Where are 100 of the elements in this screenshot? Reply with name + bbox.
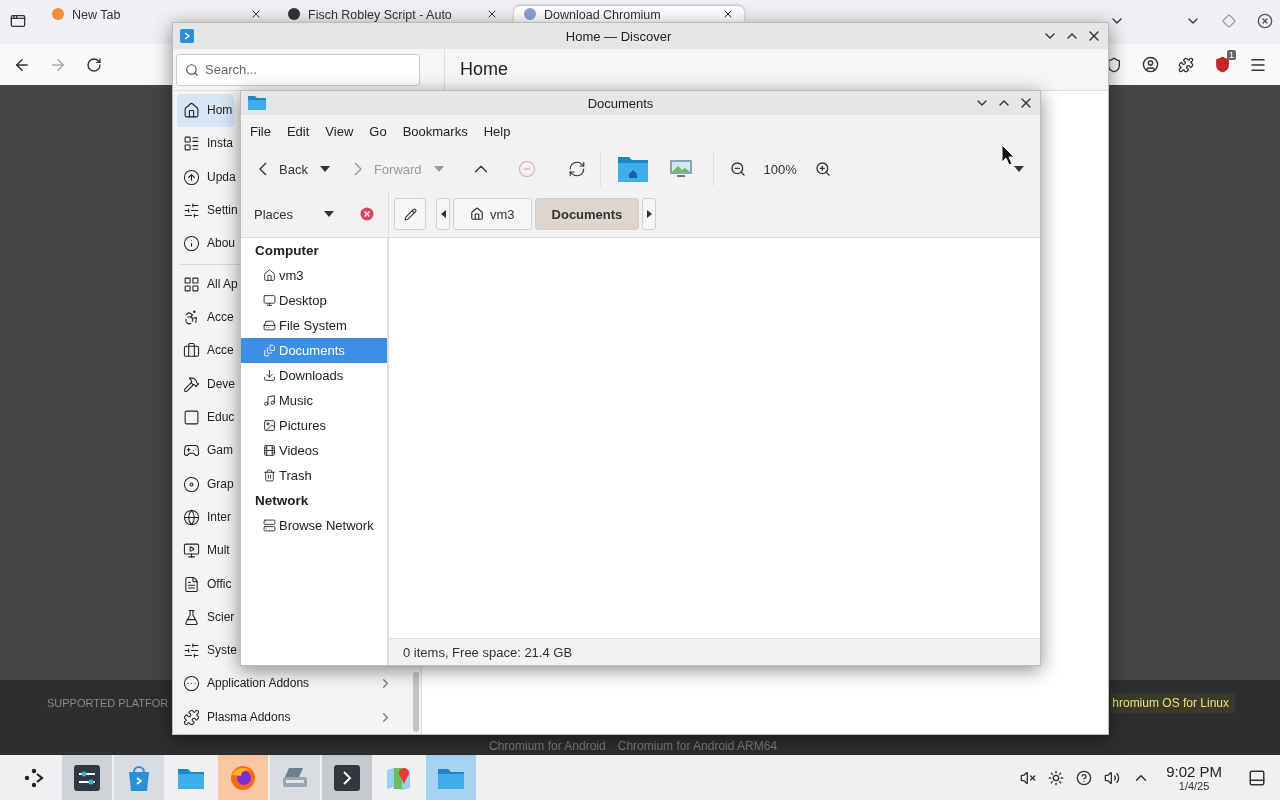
grid-icon xyxy=(183,275,200,293)
path-button[interactable]: Documents xyxy=(534,198,640,230)
disc-icon xyxy=(183,475,200,493)
taskbar-app[interactable] xyxy=(62,755,112,800)
places-item[interactable]: Trash xyxy=(241,463,387,488)
clear-icon[interactable] xyxy=(360,207,374,221)
close-icon[interactable] xyxy=(722,8,734,20)
section-label: SUPPORTED PLATFOR xyxy=(47,697,169,709)
search-icon xyxy=(185,62,199,77)
sidebar-item[interactable]: Syste xyxy=(177,634,239,668)
list-icon xyxy=(183,135,200,153)
favicon-icon xyxy=(288,8,300,20)
menu-item[interactable]: Bookmarks xyxy=(394,123,476,139)
triangle-right-icon xyxy=(646,210,652,218)
search-field[interactable]: Search... xyxy=(176,53,420,86)
platform-label: hromium OS for Linux xyxy=(1111,693,1235,713)
browser-tab[interactable]: Fisch Robley Script - Auto xyxy=(278,6,508,22)
refresh-icon[interactable] xyxy=(567,160,586,178)
sidebar-item[interactable]: Hom xyxy=(177,94,235,128)
help-icon[interactable] xyxy=(1076,769,1093,786)
globe-icon xyxy=(183,508,200,526)
places-item[interactable]: File System xyxy=(241,313,387,338)
home-icon xyxy=(263,269,276,282)
back-button[interactable]: Back xyxy=(253,153,314,185)
close-icon[interactable] xyxy=(250,8,262,20)
places-item[interactable]: Downloads xyxy=(241,363,387,388)
shield-icon[interactable] xyxy=(1106,56,1122,73)
music-icon xyxy=(263,394,276,407)
desktop-icon[interactable] xyxy=(668,159,693,179)
zoom-level: 100% xyxy=(763,161,797,177)
menu-item[interactable]: View xyxy=(317,123,362,139)
reload-icon[interactable] xyxy=(86,56,102,73)
section-heading: Computer xyxy=(254,242,320,260)
menu-item[interactable]: Help xyxy=(475,123,519,139)
volume-icon[interactable] xyxy=(1104,769,1121,786)
places-item[interactable]: Videos xyxy=(241,438,387,463)
places-item[interactable]: vm3 xyxy=(241,263,387,288)
caret-icon[interactable] xyxy=(324,211,334,217)
tab-list-icon[interactable] xyxy=(10,13,26,29)
mute-icon[interactable] xyxy=(1020,769,1037,786)
film-icon xyxy=(263,444,276,457)
scrollbar-thumb[interactable] xyxy=(413,672,419,732)
places-item[interactable]: Desktop xyxy=(241,288,387,313)
places-item[interactable]: Music xyxy=(241,388,387,413)
briefcase-icon xyxy=(183,342,200,360)
menu-item[interactable]: Edit xyxy=(278,123,318,139)
sidebar-item[interactable]: Acce xyxy=(177,334,236,368)
edit-button[interactable] xyxy=(394,198,426,230)
sidebar-item[interactable]: Plasma Addons xyxy=(177,700,407,734)
documents-icon xyxy=(263,344,276,357)
puzzle-icon[interactable] xyxy=(1178,56,1194,73)
zoom-out-icon[interactable] xyxy=(729,161,746,177)
menu-item[interactable]: Go xyxy=(361,123,395,139)
monitor-icon xyxy=(263,294,276,307)
sidebar-item[interactable]: Mult xyxy=(177,534,232,568)
taskbar-app[interactable] xyxy=(218,755,268,800)
sidebar-item[interactable]: Offic xyxy=(177,567,234,601)
close-icon[interactable] xyxy=(1257,13,1273,29)
taskbar-app[interactable] xyxy=(322,755,372,800)
places-item[interactable]: Browse Network xyxy=(241,513,387,538)
sidebar-item[interactable]: Deve xyxy=(177,367,237,401)
document-icon xyxy=(183,575,200,593)
home-folder-icon[interactable] xyxy=(616,155,649,183)
scroll-left-button[interactable] xyxy=(436,198,450,230)
zoom-in-icon[interactable] xyxy=(814,161,831,177)
sidebar-item[interactable]: Grap xyxy=(177,467,236,501)
close-icon[interactable] xyxy=(486,8,498,20)
update-icon xyxy=(183,168,200,186)
sidebar-item[interactable]: Insta xyxy=(177,127,235,161)
sidebar-item[interactable]: All Ap xyxy=(177,267,240,301)
sidebar-item[interactable]: Inter xyxy=(177,500,233,535)
sidebar-item[interactable]: Gam xyxy=(177,434,235,468)
caret-icon[interactable] xyxy=(1014,166,1024,172)
caret-icon[interactable] xyxy=(319,166,330,172)
puzzle-icon xyxy=(183,708,200,726)
sidebar-item[interactable]: Settin xyxy=(177,193,240,228)
home-icon xyxy=(183,102,200,120)
sliders-icon xyxy=(183,642,200,660)
brightness-icon[interactable] xyxy=(1048,769,1065,786)
status-text: 0 items, Free space: 21.4 GB xyxy=(403,644,573,660)
sidebar-item[interactable]: Educ xyxy=(177,400,237,435)
clock-date: 1/4/25 xyxy=(1178,780,1210,792)
sidebar-item[interactable]: Upda xyxy=(177,160,238,194)
shield-icon[interactable] xyxy=(1213,56,1231,73)
account-icon[interactable] xyxy=(1141,56,1159,73)
trash-icon xyxy=(263,469,276,482)
sidebar-item[interactable]: Scier xyxy=(177,600,237,634)
places-dropdown[interactable]: Places xyxy=(241,190,389,238)
browser-tab[interactable]: New Tab xyxy=(42,6,272,22)
places-item[interactable]: Pictures xyxy=(241,413,387,438)
browser-tab[interactable]: Download Chromium xyxy=(514,6,744,22)
scroll-right-button[interactable] xyxy=(642,198,657,230)
sidebar-item[interactable]: Application Addons xyxy=(177,667,407,701)
menu-item[interactable]: File xyxy=(242,123,279,139)
terminal-icon xyxy=(332,762,362,793)
sidebar-item[interactable]: Abou xyxy=(177,227,238,261)
show-desktop-icon[interactable] xyxy=(1248,768,1266,787)
accessibility-icon xyxy=(183,309,200,326)
path-button[interactable]: vm3 xyxy=(453,198,532,230)
sidebar-item[interactable]: Acce xyxy=(177,300,236,335)
